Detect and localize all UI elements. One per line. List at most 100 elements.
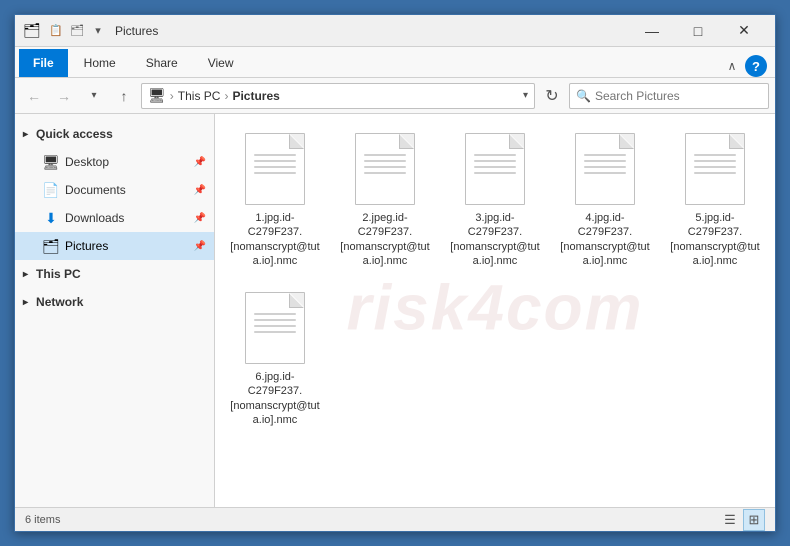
window-controls: — □ ✕ — [629, 15, 767, 47]
pictures-folder-icon: 🗂 — [43, 238, 59, 254]
path-this-pc[interactable]: This PC — [178, 89, 221, 103]
file-item[interactable]: 5.jpg.id-C279F237.[nomanscrypt@tuta.io].… — [665, 124, 765, 273]
pin-icon-pic: 📌 — [194, 241, 206, 252]
search-icon: 🔍 — [576, 89, 591, 103]
tab-share[interactable]: Share — [132, 49, 192, 77]
file-lines — [694, 154, 736, 174]
file-line — [694, 166, 736, 168]
tab-home[interactable]: Home — [70, 49, 130, 77]
doc-shape — [355, 133, 415, 205]
file-icon — [239, 129, 311, 209]
file-name: 1.jpg.id-C279F237.[nomanscrypt@tuta.io].… — [230, 211, 320, 268]
file-icon — [239, 288, 311, 368]
file-line — [474, 172, 516, 174]
qa-properties-button[interactable]: 📋 — [47, 22, 65, 40]
path-sep-1: › — [170, 89, 174, 103]
file-line — [254, 331, 296, 333]
file-lines — [474, 154, 516, 174]
close-button[interactable]: ✕ — [721, 15, 767, 47]
path-pictures[interactable]: Pictures — [232, 89, 279, 103]
maximize-button[interactable]: □ — [675, 15, 721, 47]
pin-icon-docs: 📌 — [194, 185, 206, 196]
file-line — [364, 160, 406, 162]
file-line — [474, 154, 516, 156]
downloads-icon: ⬇ — [43, 210, 59, 226]
pin-icon-dl: 📌 — [194, 213, 206, 224]
quick-access-toolbar: 📋 🗂 ▾ — [47, 22, 107, 40]
doc-shape — [465, 133, 525, 205]
forward-button[interactable]: → — [51, 83, 77, 109]
address-path-bar[interactable]: 🖥 › This PC › Pictures ▾ — [141, 83, 535, 109]
title-bar: 🗂 📋 🗂 ▾ Pictures — □ ✕ — [15, 15, 775, 47]
path-dropdown-button[interactable]: ▾ — [523, 90, 528, 101]
sidebar-item-documents[interactable]: 📄 Documents 📌 — [15, 176, 214, 204]
file-explorer-window: 🗂 📋 🗂 ▾ Pictures — □ ✕ File Home Share V… — [14, 14, 776, 532]
file-icon — [569, 129, 641, 209]
sidebar-item-downloads[interactable]: ⬇ Downloads 📌 — [15, 204, 214, 232]
minimize-button[interactable]: — — [629, 15, 675, 47]
recent-locations-button[interactable]: ▾ — [81, 83, 107, 109]
sidebar-section-network[interactable]: ▸ Network — [15, 288, 214, 316]
file-line — [474, 166, 516, 168]
file-line — [364, 172, 406, 174]
doc-shape — [245, 133, 305, 205]
file-name: 3.jpg.id-C279F237.[nomanscrypt@tuta.io].… — [450, 211, 540, 268]
tab-view[interactable]: View — [194, 49, 248, 77]
sidebar-section-this-pc[interactable]: ▸ This PC — [15, 260, 214, 288]
file-item[interactable]: 2.jpeg.id-C279F237.[nomanscrypt@tuta.io]… — [335, 124, 435, 273]
list-view-button[interactable]: ☰ — [719, 509, 741, 531]
file-icon — [459, 129, 531, 209]
help-button[interactable]: ? — [745, 55, 767, 77]
file-line — [364, 154, 406, 156]
file-lines — [254, 313, 296, 333]
file-line — [364, 166, 406, 168]
file-line — [474, 160, 516, 162]
qa-newfolder-button[interactable]: 🗂 — [68, 22, 86, 40]
doc-shape — [685, 133, 745, 205]
back-button[interactable]: ← — [21, 83, 47, 109]
path-icon: 🖥 — [148, 87, 166, 104]
ribbon-collapse-button[interactable]: ∧ — [723, 57, 741, 75]
file-line — [254, 160, 296, 162]
file-line — [694, 160, 736, 162]
file-item[interactable]: 4.jpg.id-C279F237.[nomanscrypt@tuta.io].… — [555, 124, 655, 273]
path-sep-2: › — [224, 89, 228, 103]
file-item[interactable]: 3.jpg.id-C279F237.[nomanscrypt@tuta.io].… — [445, 124, 545, 273]
file-line — [254, 172, 296, 174]
file-lines — [254, 154, 296, 174]
file-icon — [679, 129, 751, 209]
file-item[interactable]: 1.jpg.id-C279F237.[nomanscrypt@tuta.io].… — [225, 124, 325, 273]
desktop-icon: 🖥 — [43, 154, 59, 170]
window-title: Pictures — [115, 24, 629, 38]
file-name: 5.jpg.id-C279F237.[nomanscrypt@tuta.io].… — [670, 211, 760, 268]
file-name: 4.jpg.id-C279F237.[nomanscrypt@tuta.io].… — [560, 211, 650, 268]
tab-file[interactable]: File — [19, 49, 68, 77]
view-toggle: ☰ ⊞ — [719, 509, 765, 531]
ribbon-tab-list: File Home Share View ∧ ? — [15, 47, 775, 77]
file-line — [254, 154, 296, 156]
file-line — [694, 172, 736, 174]
file-item[interactable]: 6.jpg.id-C279F237.[nomanscrypt@tuta.io].… — [225, 283, 325, 432]
file-grid: 1.jpg.id-C279F237.[nomanscrypt@tuta.io].… — [225, 124, 765, 432]
qa-dropdown-button[interactable]: ▾ — [89, 22, 107, 40]
up-button[interactable]: ↑ — [111, 83, 137, 109]
sidebar: ▸ Quick access 🖥 Desktop 📌 📄 Documents 📌… — [15, 114, 215, 507]
sidebar-item-desktop[interactable]: 🖥 Desktop 📌 — [15, 148, 214, 176]
file-icon — [349, 129, 421, 209]
file-line — [254, 313, 296, 315]
main-content: ▸ Quick access 🖥 Desktop 📌 📄 Documents 📌… — [15, 114, 775, 507]
sidebar-section-quick-access[interactable]: ▸ Quick access — [15, 120, 214, 148]
file-line — [584, 154, 626, 156]
item-count: 6 items — [25, 514, 60, 526]
large-icon-view-button[interactable]: ⊞ — [743, 509, 765, 531]
sidebar-item-pictures[interactable]: 🗂 Pictures 📌 — [15, 232, 214, 260]
file-area: risk4com 1.jpg.id-C279F237.[nomanscrypt@… — [215, 114, 775, 507]
file-line — [584, 160, 626, 162]
search-input[interactable] — [595, 89, 762, 103]
file-line — [254, 319, 296, 321]
file-line — [584, 172, 626, 174]
doc-shape — [245, 292, 305, 364]
file-name: 6.jpg.id-C279F237.[nomanscrypt@tuta.io].… — [230, 370, 320, 427]
refresh-button[interactable]: ↻ — [539, 83, 565, 109]
search-box[interactable]: 🔍 — [569, 83, 769, 109]
